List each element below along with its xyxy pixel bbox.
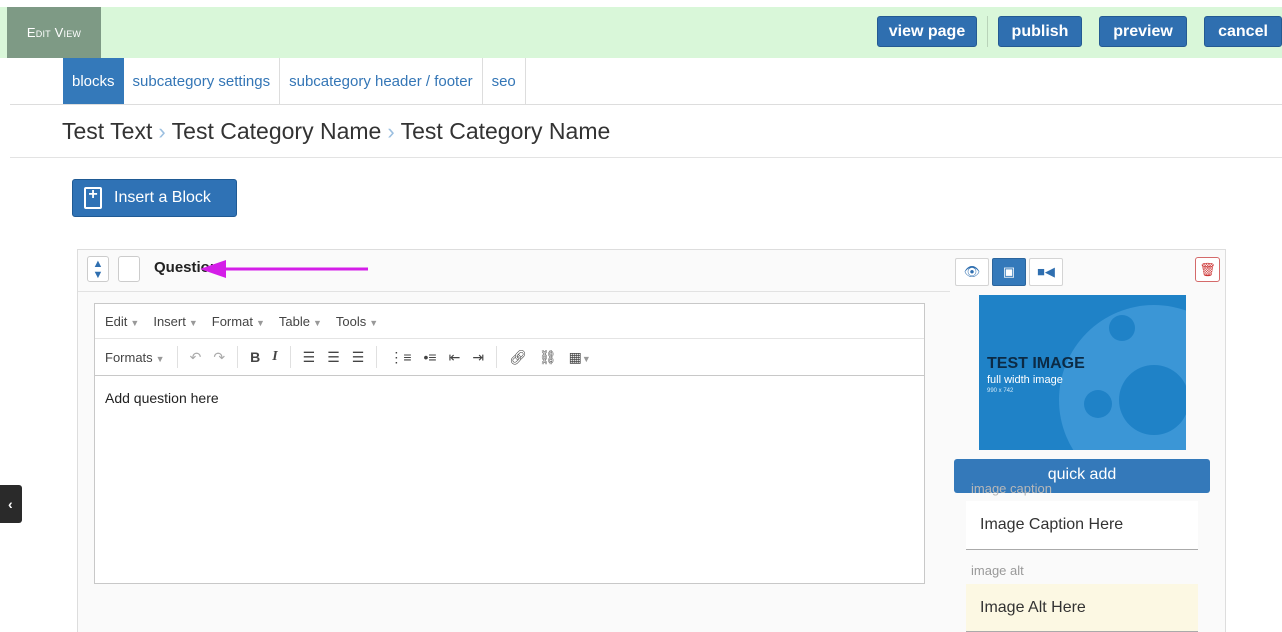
publish-button[interactable]: publish [998,16,1082,47]
view-page-button[interactable]: view page [877,16,977,47]
tabs-divider [10,104,1282,105]
undo-icon[interactable]: ↶ [190,349,202,366]
cancel-button[interactable]: cancel [1204,16,1282,47]
image-caption-field[interactable]: Image Caption Here [966,501,1198,550]
rich-text-editor: Edit ▼ Insert ▼ Format ▼ Table ▼ Tools ▼ Form… [94,303,925,584]
trash-icon[interactable]: 🗑︎ [1195,257,1220,282]
bullet-list-icon[interactable]: •≡ [424,349,437,365]
unlink-icon[interactable]: ⛓ [539,349,557,366]
reorder-handle-icon[interactable]: ▲ ▼ [87,256,109,282]
align-left-icon[interactable]: ☰ [303,349,316,366]
editor-toolbar: Formats ▼ ↶ ↷ B I ☰ ☰ ☰ ⋮≡ •≡ ⇤ ⇥ 🔗︎ ⛓ ▦▼ [95,339,924,376]
annotation-arrow-icon [200,260,368,278]
gear-hole [1119,365,1186,435]
link-icon[interactable]: 🔗︎ [509,349,527,366]
tab-blocks[interactable]: blocks [63,58,124,104]
eye-icon[interactable]: 👁︎ [955,258,989,286]
italic-button[interactable]: I [272,349,277,365]
menu-format[interactable]: Format ▼ [212,314,265,329]
image-alt-label: image alt [971,563,1024,578]
test-image-size: 990 x 742 [987,388,1014,394]
indent-icon[interactable]: ⇥ [472,349,484,366]
table-icon[interactable]: ▦▼ [569,349,591,366]
collapse-button[interactable] [118,256,140,282]
bold-button[interactable]: B [250,349,260,365]
toolbar-separator [376,346,378,368]
tab-subcategory-header-footer[interactable]: subcategory header / footer [280,58,483,104]
breadcrumb: Test Text › Test Category Name › Test Ca… [62,118,610,145]
preview-button[interactable]: preview [1099,16,1187,47]
tab-subcategory-settings[interactable]: subcategory settings [123,58,281,104]
breadcrumb-divider [10,157,1282,158]
video-icon[interactable]: ■◀ [1029,258,1063,286]
numbered-list-icon[interactable]: ⋮≡ [389,349,411,366]
toolbar-separator [289,346,291,368]
gear-hole [1109,315,1135,341]
gear-hole [1084,390,1112,418]
edit-view-label: Edit View [7,7,101,58]
insert-block-button[interactable]: Insert a Block [72,179,237,217]
formats-dropdown[interactable]: Formats ▼ [105,350,165,365]
insert-block-label: Insert a Block [114,189,211,206]
test-image-preview: TEST IMAGE full width image 990 x 742 [979,295,1186,450]
menu-insert[interactable]: Insert ▼ [153,314,197,329]
test-image-title: TEST IMAGE [987,355,1085,372]
align-right-icon[interactable]: ☰ [352,349,365,366]
breadcrumb-separator: › [158,118,166,144]
toolbar-separator [176,346,178,368]
top-bar [0,7,1282,58]
editor-menubar: Edit ▼ Insert ▼ Format ▼ Table ▼ Tools ▼ [95,304,924,339]
menu-edit[interactable]: Edit ▼ [105,314,139,329]
toolbar-separator [496,346,498,368]
media-tabs: 👁︎ ▣ ■◀ [955,258,1066,286]
image-alt-field[interactable]: Image Alt Here [966,584,1198,632]
breadcrumb-item: Test Category Name [400,118,611,144]
content-block: ▲ ▼ Question Edit ▼ Insert ▼ Format ▼ Table ▼… [77,249,1226,632]
tab-seo[interactable]: seo [482,58,526,104]
redo-icon[interactable]: ↷ [213,349,225,366]
editor-content[interactable]: Add question here [95,376,924,420]
breadcrumb-separator: › [387,118,395,144]
image-caption-label: image caption [971,481,1052,496]
toolbar-separator [237,346,239,368]
settings-tabs: blocks subcategory settings subcategory … [63,58,526,104]
menu-table[interactable]: Table ▼ [279,314,322,329]
toolbar-divider [987,16,988,47]
align-center-icon[interactable]: ☰ [327,349,340,366]
breadcrumb-item[interactable]: Test Text [62,118,152,145]
test-image-subtitle: full width image [987,374,1063,386]
chevron-left-icon[interactable]: ‹ [0,485,22,523]
outdent-icon[interactable]: ⇤ [449,349,461,366]
menu-tools[interactable]: Tools ▼ [336,314,378,329]
image-icon[interactable]: ▣ [992,258,1026,286]
block-header: ▲ ▼ Question [78,250,950,292]
breadcrumb-item[interactable]: Test Category Name [172,118,382,145]
file-plus-icon [84,186,102,209]
